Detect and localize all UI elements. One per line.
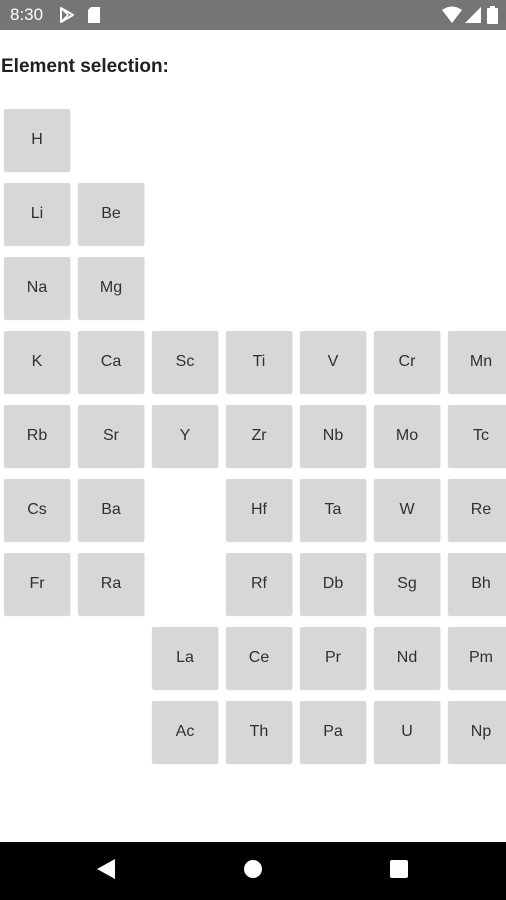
- element-u-button[interactable]: U: [374, 701, 440, 763]
- element-be-button[interactable]: Be: [78, 183, 144, 245]
- element-la-button[interactable]: La: [152, 627, 218, 689]
- element-db-button[interactable]: Db: [300, 553, 366, 615]
- back-button[interactable]: [76, 842, 136, 900]
- element-th-button[interactable]: Th: [226, 701, 292, 763]
- navigation-bar: [0, 842, 506, 900]
- element-ba-button[interactable]: Ba: [78, 479, 144, 541]
- home-icon: [243, 859, 263, 884]
- element-sc-button[interactable]: Sc: [152, 331, 218, 393]
- element-h-button[interactable]: H: [4, 109, 70, 171]
- element-ra-button[interactable]: Ra: [78, 553, 144, 615]
- element-v-button[interactable]: V: [300, 331, 366, 393]
- element-nd-button[interactable]: Nd: [374, 627, 440, 689]
- element-li-button[interactable]: Li: [4, 183, 70, 245]
- element-nb-button[interactable]: Nb: [300, 405, 366, 467]
- element-pr-button[interactable]: Pr: [300, 627, 366, 689]
- element-mo-button[interactable]: Mo: [374, 405, 440, 467]
- element-ac-button[interactable]: Ac: [152, 701, 218, 763]
- element-na-button[interactable]: Na: [4, 257, 70, 319]
- element-ca-button[interactable]: Ca: [78, 331, 144, 393]
- back-icon: [96, 858, 116, 885]
- recents-button[interactable]: [369, 842, 429, 900]
- element-sg-button[interactable]: Sg: [374, 553, 440, 615]
- element-pa-button[interactable]: Pa: [300, 701, 366, 763]
- element-grid: H Li Be Na Mg K Ca Sc Ti V Cr Mn Rb Sr Y Zr Nb Mo Tc Cs Ba Hf…: [0, 0, 506, 900]
- element-mn-button[interactable]: Mn: [448, 331, 506, 393]
- element-pm-button[interactable]: Pm: [448, 627, 506, 689]
- element-np-button[interactable]: Np: [448, 701, 506, 763]
- element-y-button[interactable]: Y: [152, 405, 218, 467]
- element-zr-button[interactable]: Zr: [226, 405, 292, 467]
- element-mg-button[interactable]: Mg: [78, 257, 144, 319]
- element-sr-button[interactable]: Sr: [78, 405, 144, 467]
- element-fr-button[interactable]: Fr: [4, 553, 70, 615]
- element-k-button[interactable]: K: [4, 331, 70, 393]
- element-tc-button[interactable]: Tc: [448, 405, 506, 467]
- element-bh-button[interactable]: Bh: [448, 553, 506, 615]
- element-hf-button[interactable]: Hf: [226, 479, 292, 541]
- element-cs-button[interactable]: Cs: [4, 479, 70, 541]
- element-ce-button[interactable]: Ce: [226, 627, 292, 689]
- element-w-button[interactable]: W: [374, 479, 440, 541]
- element-ta-button[interactable]: Ta: [300, 479, 366, 541]
- element-rb-button[interactable]: Rb: [4, 405, 70, 467]
- element-ti-button[interactable]: Ti: [226, 331, 292, 393]
- home-button[interactable]: [223, 842, 283, 900]
- element-cr-button[interactable]: Cr: [374, 331, 440, 393]
- element-rf-button[interactable]: Rf: [226, 553, 292, 615]
- element-re-button[interactable]: Re: [448, 479, 506, 541]
- recents-icon: [389, 859, 409, 884]
